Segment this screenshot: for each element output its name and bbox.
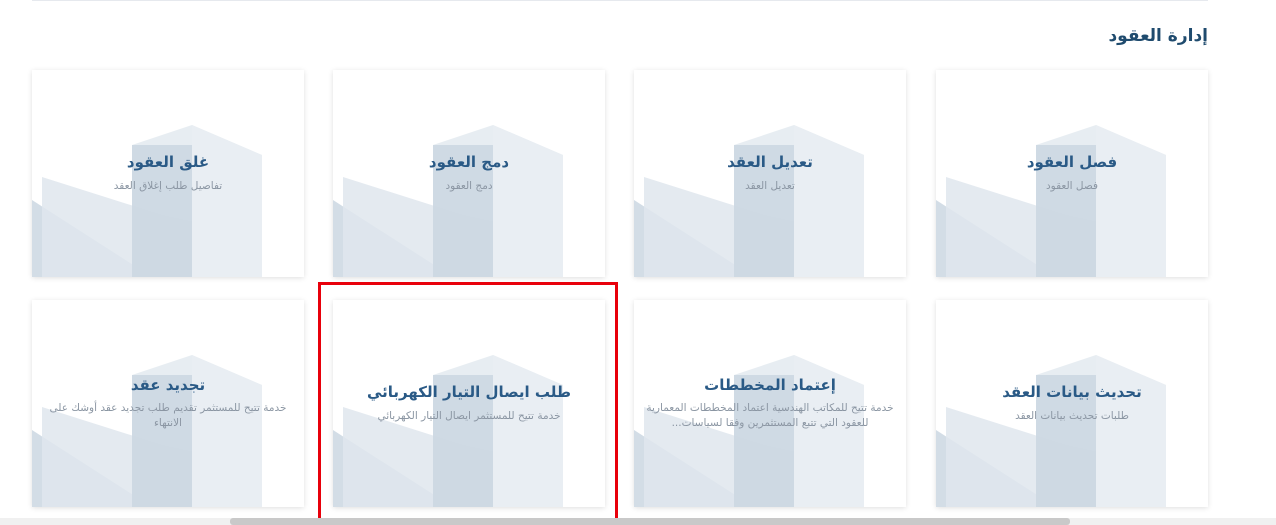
service-card-edit-contract[interactable]: تعديل العقد تعديل العقد	[634, 70, 906, 277]
card-description: دمج العقود	[445, 179, 493, 192]
card-description: فصل العقود	[1046, 179, 1099, 192]
service-card-close-contracts[interactable]: غلق العقود تفاصيل طلب إغلاق العقد	[32, 70, 304, 277]
section-title: إدارة العقود	[1108, 26, 1208, 46]
service-card-renew-contract[interactable]: تجديد عقد خدمة تتيح للمستثمر تقديم طلب ت…	[32, 300, 304, 507]
card-title: طلب ايصال التيار الكهربائي	[366, 383, 572, 402]
card-description: خدمة تتيح للمستثمر تقديم طلب تجديد عقد أ…	[49, 402, 287, 430]
card-title: تحديث بيانات العقد	[1002, 383, 1142, 402]
service-card-electricity-connection[interactable]: طلب ايصال التيار الكهربائي خدمة تتيح للم…	[333, 300, 605, 507]
card-title: فصل العقود	[1026, 153, 1118, 172]
card-title: غلق العقود	[126, 153, 210, 172]
service-card-approve-plans[interactable]: إعتماد المخططات خدمة تتيح للمكاتب الهندس…	[634, 300, 906, 507]
card-title: تعديل العقد	[727, 153, 813, 172]
page: إدارة العقود فصل العقود فصل العقود تعديل…	[0, 0, 1276, 525]
card-description: خدمة تتيح للمستثمر ايصال التيار الكهربائ…	[377, 409, 561, 422]
card-description: طلبات تحديث بيانات العقد	[1015, 409, 1129, 422]
card-title: إعتماد المخططات	[704, 375, 836, 394]
card-description: خدمة تتيح للمكاتب الهندسية اعتماد المخطط…	[646, 402, 894, 430]
service-card-update-contract-data[interactable]: تحديث بيانات العقد طلبات تحديث بيانات ال…	[936, 300, 1208, 507]
card-title: دمج العقود	[428, 153, 510, 172]
divider	[32, 0, 1208, 1]
service-card-merge-contracts[interactable]: دمج العقود دمج العقود	[333, 70, 605, 277]
horizontal-scrollbar-thumb[interactable]	[230, 518, 1070, 525]
service-card-separate-contracts[interactable]: فصل العقود فصل العقود	[936, 70, 1208, 277]
card-description: تفاصيل طلب إغلاق العقد	[113, 179, 223, 192]
card-title: تجديد عقد	[130, 375, 206, 394]
card-description: تعديل العقد	[745, 179, 795, 192]
